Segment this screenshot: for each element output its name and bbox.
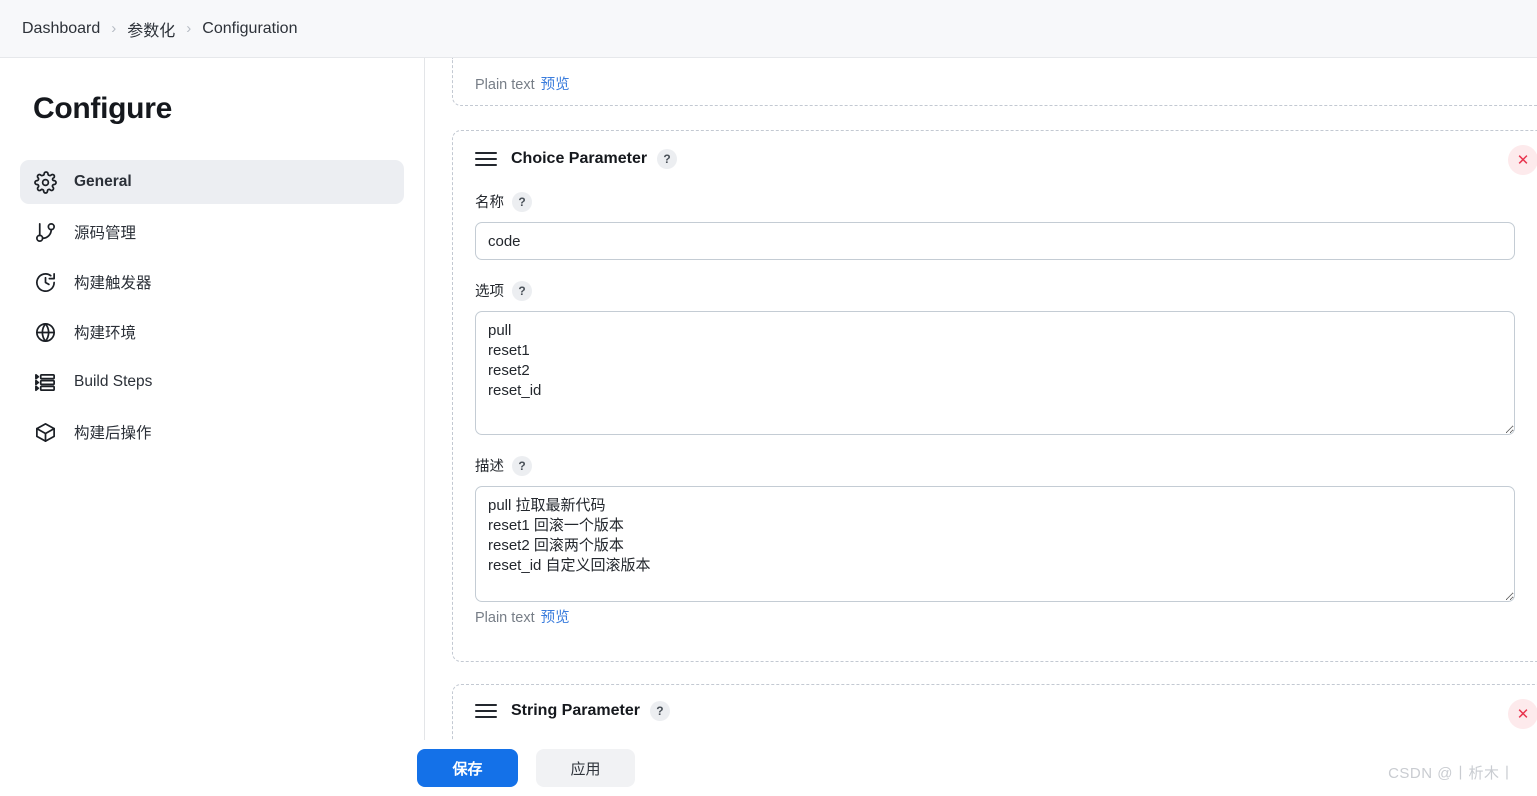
main-content: Plain text 预览 ✕ Choice Parameter ? 名称 ?: [425, 58, 1537, 796]
drag-handle-icon[interactable]: [475, 152, 497, 166]
save-button[interactable]: 保存: [417, 749, 518, 787]
remove-parameter-button[interactable]: ✕: [1508, 145, 1537, 175]
sidebar: Configure General 源码管理 构建触发器 构建环境 Build …: [0, 58, 425, 796]
name-field-label-row: 名称 ?: [475, 191, 1528, 212]
plain-text-row: Plain text 预览: [475, 73, 570, 94]
description-textarea[interactable]: pull 拉取最新代码 reset1 回滚一个版本 reset2 回滚两个版本 …: [475, 486, 1515, 602]
string-parameter-header: String Parameter ?: [475, 701, 1534, 721]
sidebar-item-label: 源码管理: [74, 225, 137, 242]
drag-handle-icon[interactable]: [475, 704, 497, 718]
globe-icon: [32, 319, 58, 345]
name-field-label: 名称: [475, 195, 504, 211]
choices-field-label-row: 选项 ?: [475, 280, 1528, 301]
breadcrumb: Dashboard › 参数化 › Configuration: [0, 0, 1537, 58]
list-icon: [32, 369, 58, 395]
help-icon[interactable]: ?: [512, 191, 532, 212]
name-field-group: 名称 ?: [475, 191, 1528, 260]
choices-field-group: 选项 ? pull reset1 reset2 reset_id: [475, 280, 1528, 435]
remove-parameter-button[interactable]: ✕: [1508, 699, 1537, 729]
string-parameter-title: String Parameter: [511, 702, 640, 719]
sidebar-item-label: 构建环境: [74, 325, 137, 342]
chevron-right-icon: ›: [111, 20, 117, 37]
sidebar-item-label: Build Steps: [74, 373, 153, 390]
name-input[interactable]: [475, 222, 1515, 260]
gear-icon: [32, 169, 58, 195]
sidebar-item-label: 构建后操作: [74, 425, 152, 442]
description-field-group: 描述 ? pull 拉取最新代码 reset1 回滚一个版本 reset2 回滚…: [475, 455, 1528, 627]
breadcrumb-item-dashboard[interactable]: Dashboard: [22, 20, 100, 38]
apply-button[interactable]: 应用: [536, 749, 635, 787]
previous-parameter-block-partial: Plain text 预览: [452, 58, 1537, 106]
watermark: CSDN @丨析木丨: [1388, 765, 1515, 782]
sidebar-item-post-build-actions[interactable]: 构建后操作: [20, 410, 404, 454]
choices-textarea[interactable]: pull reset1 reset2 reset_id: [475, 311, 1515, 435]
choices-field-label: 选项: [475, 284, 504, 300]
description-field-label-row: 描述 ?: [475, 455, 1528, 476]
config-scroll-area[interactable]: Plain text 预览 ✕ Choice Parameter ? 名称 ?: [452, 58, 1537, 796]
sidebar-item-build-triggers[interactable]: 构建触发器: [20, 260, 404, 304]
box-icon: [32, 419, 58, 445]
clock-icon: [32, 269, 58, 295]
help-icon[interactable]: ?: [649, 701, 670, 721]
help-icon[interactable]: ?: [512, 455, 532, 476]
chevron-right-icon: ›: [186, 20, 192, 37]
plain-text-row: Plain text 预览: [475, 606, 1528, 627]
plain-text-label: Plain text: [475, 77, 535, 93]
preview-link[interactable]: 预览: [541, 77, 570, 93]
sidebar-item-label: General: [74, 173, 132, 190]
description-field-label: 描述: [475, 459, 504, 475]
breadcrumb-item-configuration[interactable]: Configuration: [202, 20, 297, 38]
plain-text-label: Plain text: [475, 610, 535, 626]
choice-parameter-block: ✕ Choice Parameter ? 名称 ? 选项: [452, 130, 1537, 662]
sidebar-item-label: 构建触发器: [74, 275, 152, 292]
page-body: Configure General 源码管理 构建触发器 构建环境 Build …: [0, 58, 1537, 796]
page-title: Configure: [33, 92, 172, 125]
choice-parameter-title: Choice Parameter: [511, 150, 648, 167]
choice-parameter-header: Choice Parameter ?: [475, 149, 1528, 169]
git-branch-icon: [32, 219, 58, 245]
sidebar-nav: General 源码管理 构建触发器 构建环境 Build Steps 构建后操…: [0, 160, 424, 454]
help-icon[interactable]: ?: [657, 149, 678, 169]
sidebar-item-general[interactable]: General: [20, 160, 404, 204]
breadcrumb-item-project[interactable]: 参数化: [127, 17, 175, 41]
preview-link[interactable]: 预览: [541, 610, 570, 626]
sidebar-item-build-steps[interactable]: Build Steps: [20, 360, 404, 404]
help-icon[interactable]: ?: [512, 280, 532, 301]
sidebar-item-scm[interactable]: 源码管理: [20, 210, 404, 254]
sidebar-item-build-environment[interactable]: 构建环境: [20, 310, 404, 354]
form-footer: 保存 应用 CSDN @丨析木丨: [0, 740, 1537, 796]
